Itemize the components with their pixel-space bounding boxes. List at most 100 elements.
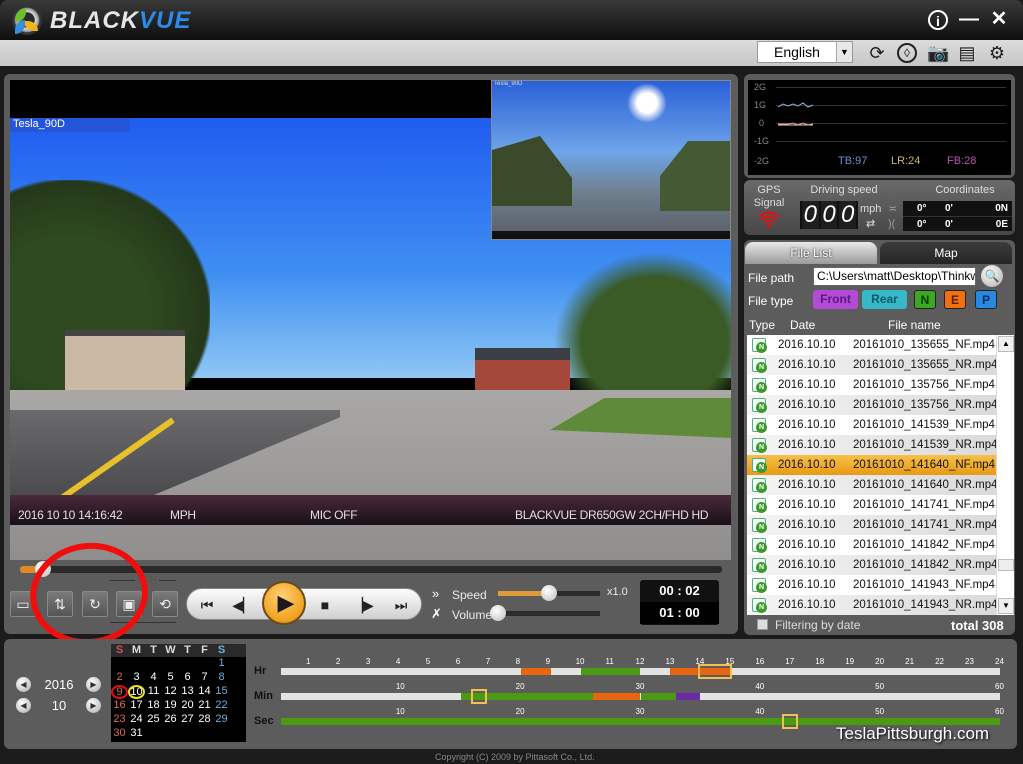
filter-by-date-checkbox[interactable]: [757, 619, 768, 630]
calendar-day[interactable]: 28: [196, 713, 213, 727]
gear-icon[interactable]: ⚙: [987, 43, 1007, 63]
volume-slider-handle[interactable]: [490, 605, 506, 621]
file-row[interactable]: 2016.10.10 20161010_135756_NF.mp4: [747, 375, 996, 395]
file-row[interactable]: 2016.10.10 20161010_135655_NR.mp4: [747, 355, 996, 375]
rear-video-pip[interactable]: Tesla_90D: [491, 80, 731, 240]
info-icon[interactable]: i: [928, 10, 948, 30]
calendar-day[interactable]: 18: [145, 699, 162, 713]
calendar-day[interactable]: 25: [145, 713, 162, 727]
recording-segment-event[interactable]: [520, 668, 551, 675]
recording-segment-parking[interactable]: [676, 693, 701, 700]
prev-month-icon[interactable]: ◀: [16, 698, 31, 713]
timeline-selection[interactable]: [698, 664, 733, 679]
stop-icon[interactable]: ■: [313, 593, 337, 617]
calendar-day[interactable]: 29: [213, 713, 230, 727]
hour-timeline[interactable]: [281, 664, 1000, 679]
calendar-day[interactable]: 4: [145, 671, 162, 685]
search-icon[interactable]: 🔍: [981, 265, 1003, 287]
recording-segment-event[interactable]: [592, 693, 641, 700]
timeline-selection[interactable]: [470, 689, 487, 704]
file-row[interactable]: 2016.10.10 20161010_141842_NR.mp4: [747, 555, 996, 575]
filter-rear-button[interactable]: Rear: [862, 290, 907, 309]
file-row[interactable]: 2016.10.10 20161010_141943_NR.mp4: [747, 595, 996, 615]
prev-year-icon[interactable]: ◀: [16, 677, 31, 692]
minimize-button[interactable]: —: [958, 8, 980, 30]
file-row[interactable]: 2016.10.10 20161010_141943_NF.mp4: [747, 575, 996, 595]
calendar-day[interactable]: 1: [213, 657, 230, 671]
file-row[interactable]: 2016.10.10 20161010_141539_NF.mp4: [747, 415, 996, 435]
file-row[interactable]: 2016.10.10 20161010_141741_NF.mp4: [747, 495, 996, 515]
calendar-day[interactable]: 9: [111, 685, 128, 699]
recording-segment-normal[interactable]: [580, 668, 641, 675]
filter-normal-button[interactable]: N: [914, 290, 936, 309]
scroll-thumb[interactable]: [998, 559, 1014, 571]
swap-view-icon[interactable]: ⟲: [152, 591, 178, 617]
front-video[interactable]: Tesla_90D 2016 10 10 14:16:42 MPH MIC OF…: [10, 80, 731, 560]
filter-front-button[interactable]: Front: [813, 290, 858, 309]
file-list-scrollbar[interactable]: ▲ ▼: [996, 335, 1014, 615]
column-file-name[interactable]: File name: [888, 318, 941, 332]
filter-parking-button[interactable]: P: [975, 290, 997, 309]
unit-toggle-icon[interactable]: ⇄: [866, 217, 875, 230]
calendar-day[interactable]: 31: [128, 727, 145, 741]
calendar-day[interactable]: 11: [145, 685, 162, 699]
file-row[interactable]: 2016.10.10 20161010_135655_NF.mp4: [747, 335, 996, 355]
file-row[interactable]: 2016.10.10 20161010_141539_NR.mp4: [747, 435, 996, 455]
calendar-day[interactable]: 22: [213, 699, 230, 713]
mute-icon[interactable]: ✗: [431, 606, 442, 622]
close-button[interactable]: ✕: [988, 8, 1010, 30]
calendar-day[interactable]: 27: [179, 713, 196, 727]
previous-frame-icon[interactable]: ◀▏: [231, 593, 255, 617]
calendar-day[interactable]: 10: [128, 685, 145, 699]
minute-timeline[interactable]: [281, 689, 1000, 704]
chevron-down-icon[interactable]: ▼: [836, 42, 852, 62]
calendar-day[interactable]: 2: [111, 671, 128, 685]
calendar-day[interactable]: 16: [111, 699, 128, 713]
tab-file-list[interactable]: File List: [745, 242, 877, 264]
scroll-up-icon[interactable]: ▲: [998, 336, 1014, 352]
timeline-selection[interactable]: [782, 714, 799, 729]
calendar-day[interactable]: 30: [111, 727, 128, 741]
speed-slider[interactable]: [498, 585, 600, 601]
calendar-day[interactable]: 15: [213, 685, 230, 699]
calendar-day[interactable]: 12: [162, 685, 179, 699]
file-path-input[interactable]: C:\Users\matt\Desktop\Thinkwa: [813, 267, 976, 286]
next-year-icon[interactable]: ▶: [86, 677, 101, 692]
file-row[interactable]: 2016.10.10 20161010_141640_NF.mp4: [747, 455, 996, 475]
file-row[interactable]: 2016.10.10 20161010_141640_NR.mp4: [747, 475, 996, 495]
calendar-day[interactable]: 21: [196, 699, 213, 713]
calendar-day[interactable]: 24: [128, 713, 145, 727]
play-button[interactable]: ▶: [262, 581, 306, 625]
calendar-day[interactable]: 8: [213, 671, 230, 685]
scroll-down-icon[interactable]: ▼: [998, 598, 1014, 614]
calendar-day[interactable]: 6: [179, 671, 196, 685]
printer-icon[interactable]: ▤: [957, 43, 977, 63]
column-type[interactable]: Type: [749, 318, 775, 332]
recording-segment-normal[interactable]: [640, 693, 677, 700]
speed-slider-handle[interactable]: [541, 585, 557, 601]
tab-map[interactable]: Map: [880, 242, 1012, 264]
calendar-day[interactable]: 23: [111, 713, 128, 727]
calendar-day[interactable]: 26: [162, 713, 179, 727]
language-select[interactable]: English ▼: [757, 41, 853, 63]
next-frame-icon[interactable]: ▕▶: [351, 593, 375, 617]
calendar-day[interactable]: 13: [179, 685, 196, 699]
filter-event-button[interactable]: E: [944, 290, 966, 309]
calendar-day[interactable]: 3: [128, 671, 145, 685]
file-row[interactable]: 2016.10.10 20161010_135756_NR.mp4: [747, 395, 996, 415]
calendar-day[interactable]: 14: [196, 685, 213, 699]
volume-slider[interactable]: [490, 605, 600, 621]
next-month-icon[interactable]: ▶: [86, 698, 101, 713]
calendar-day[interactable]: 19: [162, 699, 179, 713]
camera-icon[interactable]: 📷: [927, 43, 949, 63]
calendar-day[interactable]: 5: [162, 671, 179, 685]
sd-card-sync-icon[interactable]: ⟳: [867, 43, 887, 63]
calendar-day[interactable]: 7: [196, 671, 213, 685]
file-row[interactable]: 2016.10.10 20161010_141842_NF.mp4: [747, 535, 996, 555]
file-row[interactable]: 2016.10.10 20161010_141741_NR.mp4: [747, 515, 996, 535]
calendar-day[interactable]: 20: [179, 699, 196, 713]
compass-icon[interactable]: ◊: [897, 43, 917, 63]
skip-first-icon[interactable]: ⏮: [195, 593, 219, 617]
skip-last-icon[interactable]: ⏭: [389, 593, 413, 617]
column-date[interactable]: Date: [790, 318, 815, 332]
